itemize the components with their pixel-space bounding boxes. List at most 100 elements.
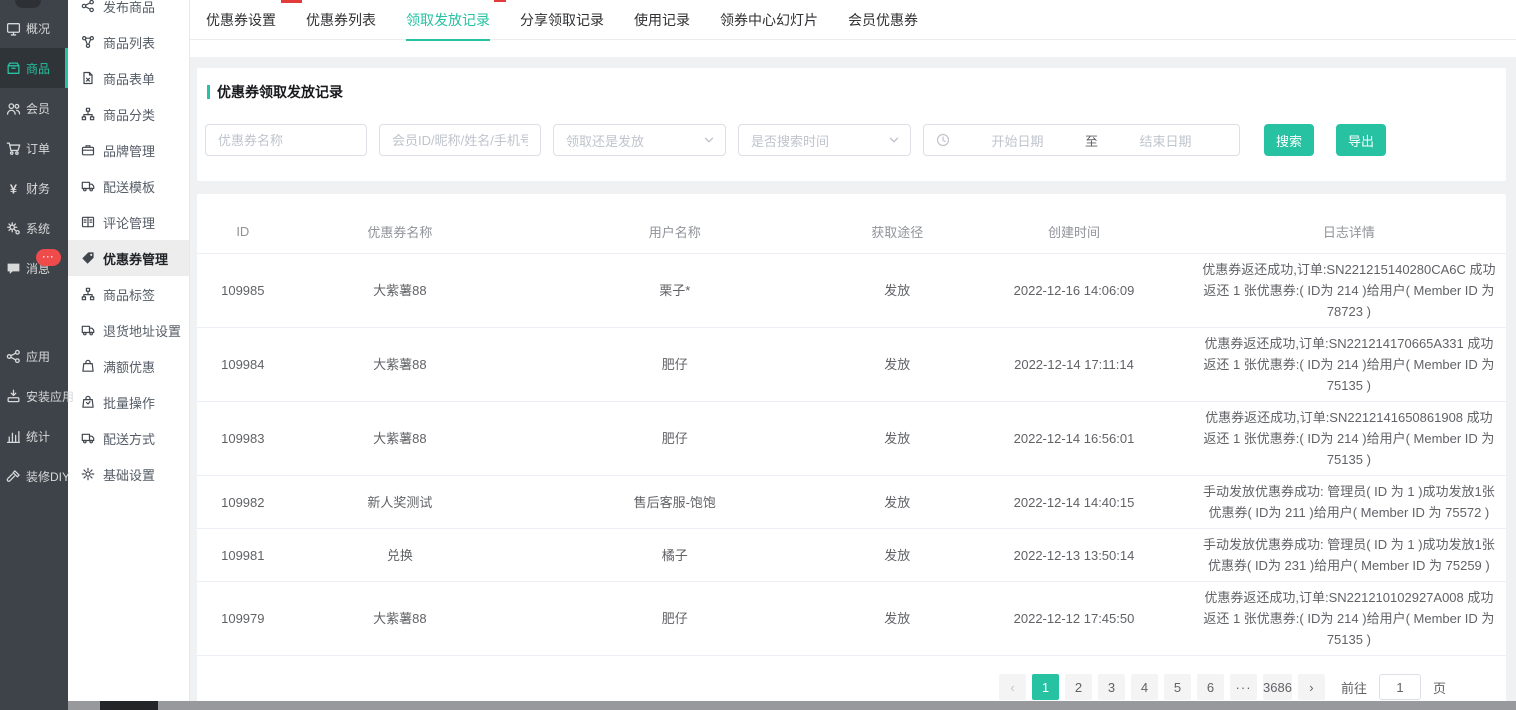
column-header: 优惠券名称	[289, 222, 512, 241]
top-cutoff-artifact	[281, 0, 302, 3]
coupon-name-input[interactable]	[205, 124, 367, 156]
primary-nav-item[interactable]: 装修DIY	[0, 456, 68, 496]
secondary-nav-label: 批量操作	[103, 393, 155, 412]
secondary-nav-label: 配送模板	[103, 177, 155, 196]
secondary-nav-item[interactable]: 批量操作	[68, 384, 189, 420]
date-end-placeholder: 结束日期	[1104, 131, 1227, 150]
secondary-nav-item[interactable]: 商品表单	[68, 60, 189, 96]
tab[interactable]: 使用记录	[634, 0, 690, 40]
secondary-nav-item[interactable]: 商品列表	[68, 24, 189, 60]
column-header: ID	[197, 224, 289, 239]
cell-log-detail: 优惠券返还成功,订单:SN221214170665A331 成功返还 1 张优惠…	[1192, 333, 1506, 396]
goto-label: 前往	[1341, 678, 1367, 697]
primary-nav-item[interactable]: 概况	[0, 8, 68, 48]
page-button[interactable]: 6	[1197, 674, 1224, 700]
secondary-nav-label: 退货地址设置	[103, 321, 181, 340]
secondary-nav-item[interactable]: 优惠券管理	[68, 240, 189, 276]
publish-icon	[81, 0, 95, 13]
secondary-nav-item[interactable]: 配送方式	[68, 420, 189, 456]
search-button[interactable]: 搜索	[1264, 124, 1314, 156]
secondary-nav-item[interactable]: 评论管理	[68, 204, 189, 240]
cell-user-name: 肥仔	[511, 608, 838, 629]
primary-nav-item[interactable]: 安装应用	[0, 376, 68, 416]
cell-coupon-name: 大紫薯88	[289, 354, 512, 375]
tab[interactable]: 会员优惠券	[848, 0, 918, 40]
export-button[interactable]: 导出	[1336, 124, 1386, 156]
cell-created-time: 2022-12-14 14:40:15	[956, 492, 1192, 513]
table-body: 109985 大紫薯88 栗子* 发放 2022-12-16 14:06:09 …	[197, 254, 1506, 656]
secondary-nav-item[interactable]: 配送模板	[68, 168, 189, 204]
tab[interactable]: 领取发放记录	[406, 0, 490, 40]
page-button[interactable]: 5	[1164, 674, 1191, 700]
member-search-input[interactable]	[379, 124, 541, 156]
address-icon	[81, 323, 95, 337]
secondary-nav-label: 优惠券管理	[103, 249, 168, 268]
apps-icon	[6, 349, 21, 364]
primary-nav-item[interactable]: ¥ 财务	[0, 168, 68, 208]
prev-page-button[interactable]: ‹	[999, 674, 1026, 700]
secondary-nav-label: 基础设置	[103, 465, 155, 484]
cell-coupon-name: 大紫薯88	[289, 428, 512, 449]
page-button[interactable]: 4	[1131, 674, 1158, 700]
secondary-nav-item[interactable]: 商品标签	[68, 276, 189, 312]
cell-user-name: 售后客服-饱饱	[511, 492, 838, 513]
primary-nav-item[interactable]: 消息 ···	[0, 248, 68, 288]
page-button[interactable]: 2	[1065, 674, 1092, 700]
secondary-nav-item[interactable]: 基础设置	[68, 456, 189, 492]
secondary-nav-item[interactable]: 退货地址设置	[68, 312, 189, 348]
tab-label: 优惠券设置	[206, 10, 276, 30]
next-page-button[interactable]: ›	[1298, 674, 1325, 700]
primary-nav-item[interactable]: 系统	[0, 208, 68, 248]
page-buttons: 1 2 3 4 5 6 ··· 3686	[1032, 674, 1292, 700]
section-title-text: 优惠券领取发放记录	[217, 82, 343, 102]
goods-icon	[6, 61, 21, 76]
page-button[interactable]: 3686	[1263, 674, 1292, 700]
finance-icon: ¥	[6, 181, 21, 196]
time-filter-select[interactable]: 是否搜索时间	[738, 124, 911, 156]
svg-text:¥: ¥	[10, 181, 18, 196]
date-start-placeholder: 开始日期	[956, 131, 1079, 150]
primary-nav-item[interactable]: 统计	[0, 416, 68, 456]
secondary-nav-label: 发布商品	[103, 0, 155, 16]
secondary-nav-item[interactable]: 发布商品	[68, 0, 189, 24]
primary-nav-label: 统计	[26, 428, 50, 445]
tab[interactable]: 分享领取记录	[520, 0, 604, 40]
filter-bar: 领取还是发放 是否搜索时间 开始日期 至 结束日期 搜索 导出	[205, 124, 1506, 156]
message-icon	[6, 261, 21, 276]
top-cutoff-artifact	[494, 0, 506, 2]
tab[interactable]: 领券中心幻灯片	[720, 0, 818, 40]
secondary-nav-item[interactable]: 满额优惠	[68, 348, 189, 384]
column-header: 用户名称	[511, 222, 838, 241]
horizontal-scrollbar[interactable]	[68, 701, 1516, 710]
tab-label: 领取发放记录	[406, 10, 490, 30]
clock-icon	[936, 133, 950, 147]
tab[interactable]: 优惠券列表	[306, 0, 376, 40]
scrollbar-thumb[interactable]	[100, 701, 158, 710]
page-button[interactable]: 3	[1098, 674, 1125, 700]
grant-type-placeholder: 领取还是发放	[566, 131, 644, 150]
primary-nav-label: 会员	[26, 100, 50, 117]
primary-nav-label: 商品	[26, 60, 50, 77]
primary-nav-item[interactable]: 订单	[0, 128, 68, 168]
page-button[interactable]: ···	[1230, 674, 1257, 700]
table-row: 109985 大紫薯88 栗子* 发放 2022-12-16 14:06:09 …	[197, 254, 1506, 328]
page-button[interactable]: 1	[1032, 674, 1059, 700]
grant-type-select[interactable]: 领取还是发放	[553, 124, 726, 156]
cell-user-name: 肥仔	[511, 428, 838, 449]
coupon-tabs: 优惠券设置 优惠券列表 领取发放记录 分享领取记录 使用记录	[190, 0, 1516, 40]
cell-channel: 发放	[838, 608, 956, 629]
date-range-picker[interactable]: 开始日期 至 结束日期	[923, 124, 1240, 156]
primary-nav-item[interactable]: 会员	[0, 88, 68, 128]
secondary-nav-item[interactable]: 品牌管理	[68, 132, 189, 168]
comment-icon	[81, 215, 95, 229]
cell-log-detail: 优惠券返还成功,订单:SN221215140280CA6C 成功返还 1 张优惠…	[1192, 259, 1506, 322]
truck-icon	[81, 179, 95, 193]
secondary-nav-item[interactable]: 商品分类	[68, 96, 189, 132]
category-icon	[81, 107, 95, 121]
page-unit-label: 页	[1433, 678, 1446, 697]
tab[interactable]: 优惠券设置	[206, 0, 276, 40]
cell-id: 109984	[197, 354, 289, 375]
primary-nav-item[interactable]: 商品	[0, 48, 68, 88]
goto-page-input[interactable]	[1379, 674, 1421, 700]
primary-nav-item[interactable]: 应用	[0, 336, 68, 376]
